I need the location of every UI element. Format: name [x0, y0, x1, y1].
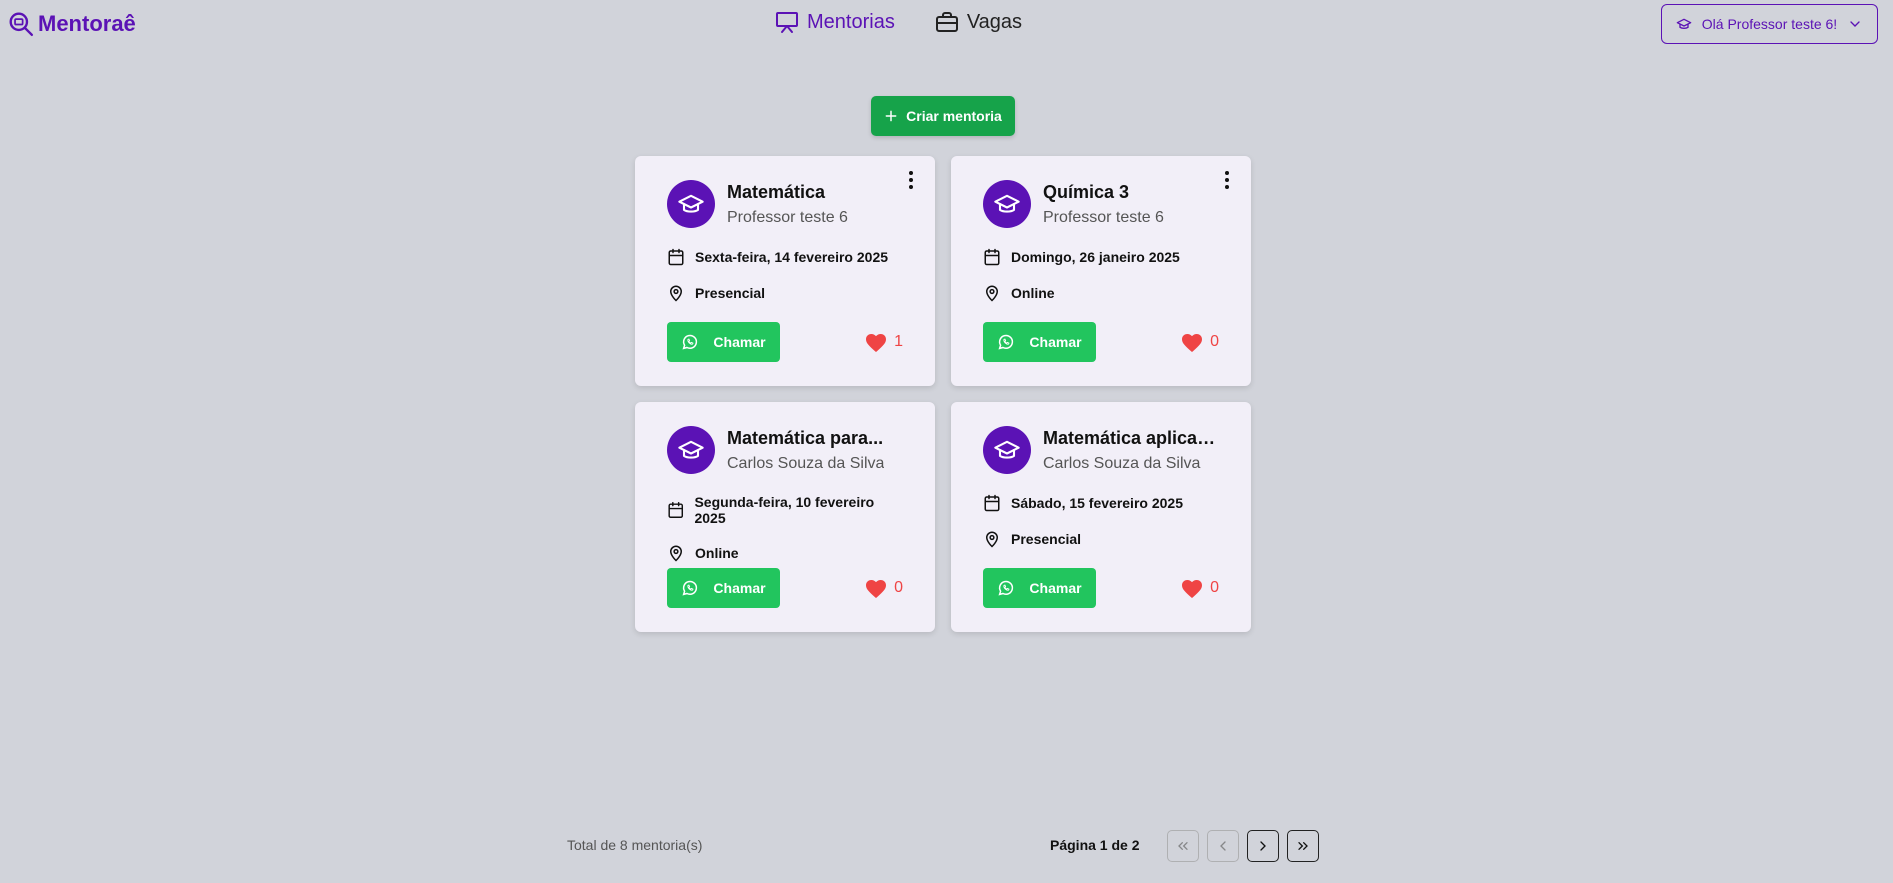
like-button[interactable]: 0 — [1180, 577, 1219, 599]
card-mentor: Carlos Souza da Silva — [727, 454, 885, 472]
like-button[interactable]: 0 — [864, 577, 903, 599]
main-nav: Mentorias Vagas — [775, 10, 1022, 34]
location-pin-icon — [669, 285, 683, 302]
mentoria-card: Matemática aplicad... Carlos Souza da Si… — [951, 402, 1251, 632]
nav-label-mentorias: Mentorias — [807, 10, 895, 33]
chevron-right-icon — [1260, 841, 1266, 851]
nav-label-vagas: Vagas — [966, 10, 1023, 33]
calendar-icon — [984, 494, 1000, 512]
card-mode: Online — [695, 545, 739, 561]
card-title: Matemática — [727, 181, 826, 202]
card-title: Matemática aplicad... — [1043, 427, 1219, 448]
logo-text: Mentoraê — [38, 11, 136, 36]
mentoria-card: Matemática para... Carlos Souza da Silva… — [635, 402, 935, 632]
call-button-label: Chamar — [713, 580, 766, 596]
card-title: Matemática para... — [727, 427, 884, 448]
graduation-cap-avatar-icon — [983, 180, 1031, 228]
like-count: 0 — [1210, 579, 1219, 596]
graduation-cap-avatar-icon — [983, 426, 1031, 474]
last-page-button[interactable] — [1287, 830, 1319, 862]
card-mentor: Carlos Souza da Silva — [1043, 454, 1201, 472]
search-logo-icon — [9, 12, 34, 37]
call-whatsapp-button[interactable]: Chamar — [667, 322, 780, 362]
like-count: 0 — [1210, 333, 1219, 350]
app-logo[interactable]: Mentoraê — [8, 11, 136, 37]
card-mentor: Professor teste 6 — [1043, 208, 1164, 226]
nav-item-vagas[interactable]: Vagas — [935, 10, 1022, 34]
card-title: Química 3 — [1043, 181, 1130, 202]
user-menu-button[interactable]: Olá Professor teste 6! — [1661, 4, 1878, 44]
whatsapp-icon — [682, 334, 698, 350]
card-date: Domingo, 26 janeiro 2025 — [1011, 249, 1180, 265]
call-whatsapp-button[interactable]: Chamar — [983, 568, 1096, 608]
graduation-cap-icon — [1676, 18, 1692, 29]
more-options-icon[interactable] — [1217, 168, 1237, 192]
chevrons-left-icon — [1178, 842, 1188, 850]
call-whatsapp-button[interactable]: Chamar — [667, 568, 780, 608]
plus-icon — [885, 110, 897, 122]
call-button-label: Chamar — [1029, 580, 1082, 596]
card-mode: Presencial — [1011, 531, 1082, 547]
page-indicator: Página 1 de 2 — [1050, 837, 1140, 853]
calendar-icon — [668, 248, 684, 266]
like-count: 0 — [894, 579, 903, 596]
whatsapp-icon — [998, 580, 1014, 596]
graduation-cap-avatar-icon — [667, 426, 715, 474]
like-button[interactable]: 1 — [864, 331, 903, 353]
user-greeting: Olá Professor teste 6! — [1701, 16, 1838, 32]
card-date: Sexta-feira, 14 fevereiro 2025 — [695, 249, 889, 265]
call-button-label: Chamar — [1029, 334, 1082, 350]
previous-page-button[interactable] — [1207, 830, 1239, 862]
card-date: Sábado, 15 fevereiro 2025 — [1011, 495, 1183, 511]
graduation-cap-avatar-icon — [667, 180, 715, 228]
like-button[interactable]: 0 — [1180, 331, 1219, 353]
chevron-down-icon — [1850, 21, 1860, 27]
mentoria-card: Matemática Professor teste 6 Sexta-feira… — [635, 156, 935, 386]
location-pin-icon — [985, 285, 999, 302]
heart-icon — [866, 334, 887, 352]
card-mode: Online — [1011, 285, 1055, 301]
heart-icon — [1182, 580, 1203, 598]
more-options-icon[interactable] — [901, 168, 921, 192]
next-page-button[interactable] — [1247, 830, 1279, 862]
create-button-label: Criar mentoria — [906, 108, 1002, 124]
card-mentor: Professor teste 6 — [727, 208, 848, 226]
location-pin-icon — [985, 531, 999, 548]
calendar-icon — [668, 501, 684, 519]
heart-icon — [866, 580, 887, 598]
heart-icon — [1182, 334, 1203, 352]
pagination-controls — [1167, 830, 1319, 862]
card-mode: Presencial — [695, 285, 766, 301]
presentation-icon — [776, 12, 798, 33]
mentoria-card: Química 3 Professor teste 6 Domingo, 26 … — [951, 156, 1251, 386]
call-button-label: Chamar — [713, 334, 766, 350]
total-count: Total de 8 mentoria(s) — [567, 837, 703, 853]
mentoria-grid: Matemática Professor teste 6 Sexta-feira… — [635, 156, 1251, 632]
whatsapp-icon — [682, 580, 698, 596]
chevrons-right-icon — [1298, 842, 1308, 850]
call-whatsapp-button[interactable]: Chamar — [983, 322, 1096, 362]
first-page-button[interactable] — [1167, 830, 1199, 862]
calendar-icon — [984, 248, 1000, 266]
create-mentoria-button[interactable]: Criar mentoria — [871, 96, 1015, 136]
chevron-left-icon — [1220, 841, 1226, 851]
card-date: Segunda-feira, 10 fevereiro 2025 — [694, 494, 875, 526]
briefcase-icon — [935, 12, 958, 32]
nav-item-mentorias[interactable]: Mentorias — [775, 10, 895, 34]
like-count: 1 — [894, 333, 903, 350]
whatsapp-icon — [998, 334, 1014, 350]
location-pin-icon — [669, 545, 683, 562]
